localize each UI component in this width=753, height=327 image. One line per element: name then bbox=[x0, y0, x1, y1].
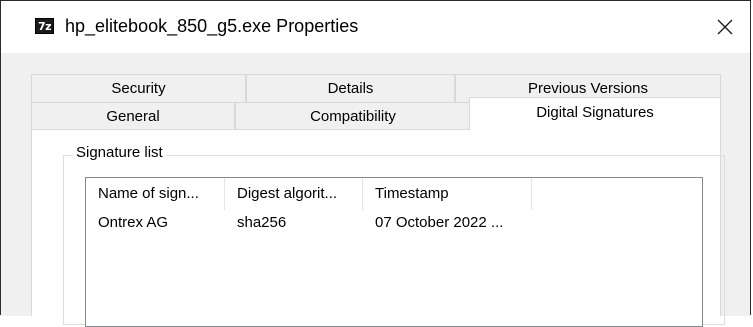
title-bar[interactable]: 7z hp_elitebook_850_g5.exe Properties bbox=[1, 1, 750, 53]
signature-list-label: Signature list bbox=[73, 143, 166, 163]
close-button[interactable] bbox=[700, 1, 750, 53]
list-item[interactable]: Ontrex AG sha256 07 October 2022 ... bbox=[86, 210, 702, 236]
tab-general[interactable]: General bbox=[31, 102, 235, 129]
dialog-client-area: Security Details Previous Versions Gener… bbox=[1, 53, 750, 327]
digital-signatures-panel: Signature list Name of sign... Digest al… bbox=[31, 129, 725, 327]
timestamp-cell: 07 October 2022 ... bbox=[375, 214, 504, 231]
tab-details[interactable]: Details bbox=[246, 74, 455, 102]
close-icon bbox=[717, 19, 733, 35]
window-title: hp_elitebook_850_g5.exe Properties bbox=[65, 16, 359, 36]
tab-security[interactable]: Security bbox=[31, 74, 246, 102]
list-header: Name of sign... Digest algorit... Timest… bbox=[86, 178, 702, 210]
properties-window: 7z hp_elitebook_850_g5.exe Properties Se… bbox=[0, 0, 751, 327]
signature-list[interactable]: Name of sign... Digest algorit... Timest… bbox=[85, 177, 703, 327]
digest-cell: sha256 bbox=[237, 214, 287, 231]
7zip-app-icon: 7z bbox=[35, 18, 54, 34]
signer-name-cell: Ontrex AG bbox=[98, 214, 169, 231]
column-header-name[interactable]: Name of sign... bbox=[86, 178, 225, 210]
tab-digital-signatures[interactable]: Digital Signatures bbox=[469, 97, 721, 130]
column-header-timestamp[interactable]: Timestamp bbox=[363, 178, 532, 210]
tab-compatibility[interactable]: Compatibility bbox=[235, 102, 471, 129]
column-header-digest[interactable]: Digest algorit... bbox=[225, 178, 363, 210]
